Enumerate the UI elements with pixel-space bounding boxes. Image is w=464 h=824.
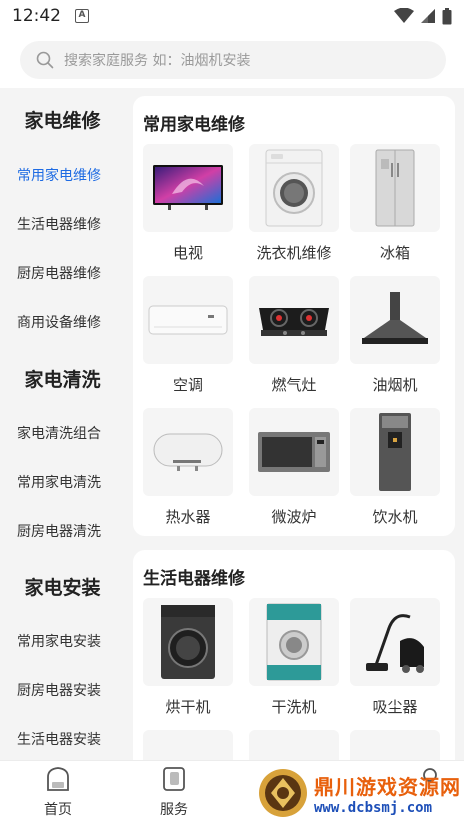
sidebar-item-life-repair[interactable]: 生活电器维修: [17, 214, 101, 234]
sidebar-item-kitchen-repair[interactable]: 厨房电器维修: [17, 263, 101, 283]
tv-icon: [153, 165, 223, 210]
sidebar-item-common-repair[interactable]: 常用家电维修: [17, 165, 101, 185]
signal-icon: [421, 9, 435, 23]
water-heater-icon: [153, 433, 223, 471]
refrigerator-icon: [375, 149, 415, 227]
water-dispenser-icon: [379, 413, 411, 491]
dryer-icon: [161, 605, 215, 679]
sidebar-group-cleaning[interactable]: 家电清洗: [0, 365, 125, 392]
tile-tv[interactable]: [143, 144, 233, 232]
nav-home-label: 首页: [44, 802, 72, 818]
battery-icon: [442, 7, 452, 24]
sidebar-item-common-clean[interactable]: 常用家电清洗: [17, 472, 101, 492]
main-area: 家电维修 常用家电维修 生活电器维修 厨房电器维修 商用设备维修 家电清洗 家电…: [0, 88, 464, 760]
wifi-icon: [394, 8, 414, 23]
gas-stove-icon: [259, 308, 329, 336]
sidebar-item-kitchen-install[interactable]: 厨房电器安装: [17, 680, 101, 700]
tile-label-washing-machine: 洗衣机维修: [256, 244, 332, 262]
notification-icon: A: [75, 9, 89, 23]
tile-partial[interactable]: [350, 730, 440, 760]
search-bar[interactable]: 搜索家庭服务 如：油烟机安装: [20, 41, 446, 79]
sidebar-item-clean-combo[interactable]: 家电清洗组合: [17, 423, 101, 443]
nav-service[interactable]: 服务: [144, 765, 204, 819]
sidebar-item-kitchen-clean[interactable]: 厨房电器清洗: [17, 521, 101, 541]
service-content: 常用家电维修 电视 洗衣机维修 冰箱 空调 燃气灶 油烟机 热水器 微波炉 饮水…: [133, 88, 455, 760]
tile-label-water-dispenser: 饮水机: [372, 508, 418, 526]
tile-dryer[interactable]: [143, 598, 233, 686]
watermark-url: www.dcbsmj.com: [314, 799, 433, 816]
tile-label-dry-cleaning-machine: 干洗机: [271, 698, 317, 716]
watermark-logo: 鼎川游戏资源网 www.dcbsmj.com: [256, 762, 464, 824]
tile-label-dryer: 烘干机: [165, 698, 211, 716]
sidebar-group-install[interactable]: 家电安装: [0, 573, 125, 600]
nav-service-label: 服务: [160, 802, 188, 818]
section-title: 生活电器维修: [143, 569, 245, 589]
search-icon: [36, 51, 54, 69]
microwave-icon: [258, 432, 330, 472]
watermark-emblem-icon: [259, 769, 307, 817]
tile-water-heater[interactable]: [143, 408, 233, 496]
tile-dry-cleaning-machine[interactable]: [249, 598, 339, 686]
tile-water-dispenser[interactable]: [350, 408, 440, 496]
home-icon: [47, 767, 69, 791]
tile-label-range-hood: 油烟机: [372, 376, 418, 394]
section-card-common-repair: 常用家电维修 电视 洗衣机维修 冰箱 空调 燃气灶 油烟机 热水器 微波炉 饮水…: [133, 96, 455, 536]
washing-machine-icon: [265, 149, 323, 227]
tile-partial[interactable]: [249, 730, 339, 760]
tile-label-microwave: 微波炉: [271, 508, 317, 526]
tile-label-tv: 电视: [172, 244, 203, 262]
sidebar-item-life-install[interactable]: 生活电器安装: [17, 729, 101, 749]
tile-washing-machine[interactable]: [249, 144, 339, 232]
tile-vacuum-cleaner[interactable]: [350, 598, 440, 686]
sidebar-group-repair[interactable]: 家电维修: [0, 106, 125, 133]
sidebar-item-commercial-repair[interactable]: 商用设备维修: [17, 312, 101, 332]
service-icon: [163, 767, 185, 791]
tile-refrigerator[interactable]: [350, 144, 440, 232]
status-bar: 12:42 A: [0, 0, 464, 32]
tile-gas-stove[interactable]: [249, 276, 339, 364]
tile-microwave[interactable]: [249, 408, 339, 496]
tile-label-gas-stove: 燃气灶: [271, 376, 317, 394]
air-conditioner-icon: [148, 305, 228, 335]
sidebar-item-common-install[interactable]: 常用家电安装: [17, 631, 101, 651]
tile-label-water-heater: 热水器: [165, 508, 211, 526]
tile-label-vacuum-cleaner: 吸尘器: [372, 698, 418, 716]
tile-range-hood[interactable]: [350, 276, 440, 364]
search-input[interactable]: 搜索家庭服务 如：油烟机安装: [64, 50, 250, 70]
watermark-title: 鼎川游戏资源网: [314, 774, 461, 799]
status-icons: [394, 7, 452, 25]
range-hood-icon: [362, 292, 428, 344]
category-sidebar: 家电维修 常用家电维修 生活电器维修 厨房电器维修 商用设备维修 家电清洗 家电…: [0, 88, 125, 760]
section-title: 常用家电维修: [143, 115, 245, 135]
tile-label-refrigerator: 冰箱: [379, 244, 410, 262]
tile-label-air-conditioner: 空调: [172, 376, 203, 394]
dry-cleaning-machine-icon: [266, 603, 322, 681]
tile-air-conditioner[interactable]: [143, 276, 233, 364]
status-time: 12:42: [12, 6, 61, 26]
nav-home[interactable]: 首页: [28, 765, 88, 819]
section-card-life-repair: 生活电器维修 烘干机 干洗机 吸尘器: [133, 550, 455, 760]
tile-partial[interactable]: [143, 730, 233, 760]
vacuum-cleaner-icon: [366, 614, 424, 673]
